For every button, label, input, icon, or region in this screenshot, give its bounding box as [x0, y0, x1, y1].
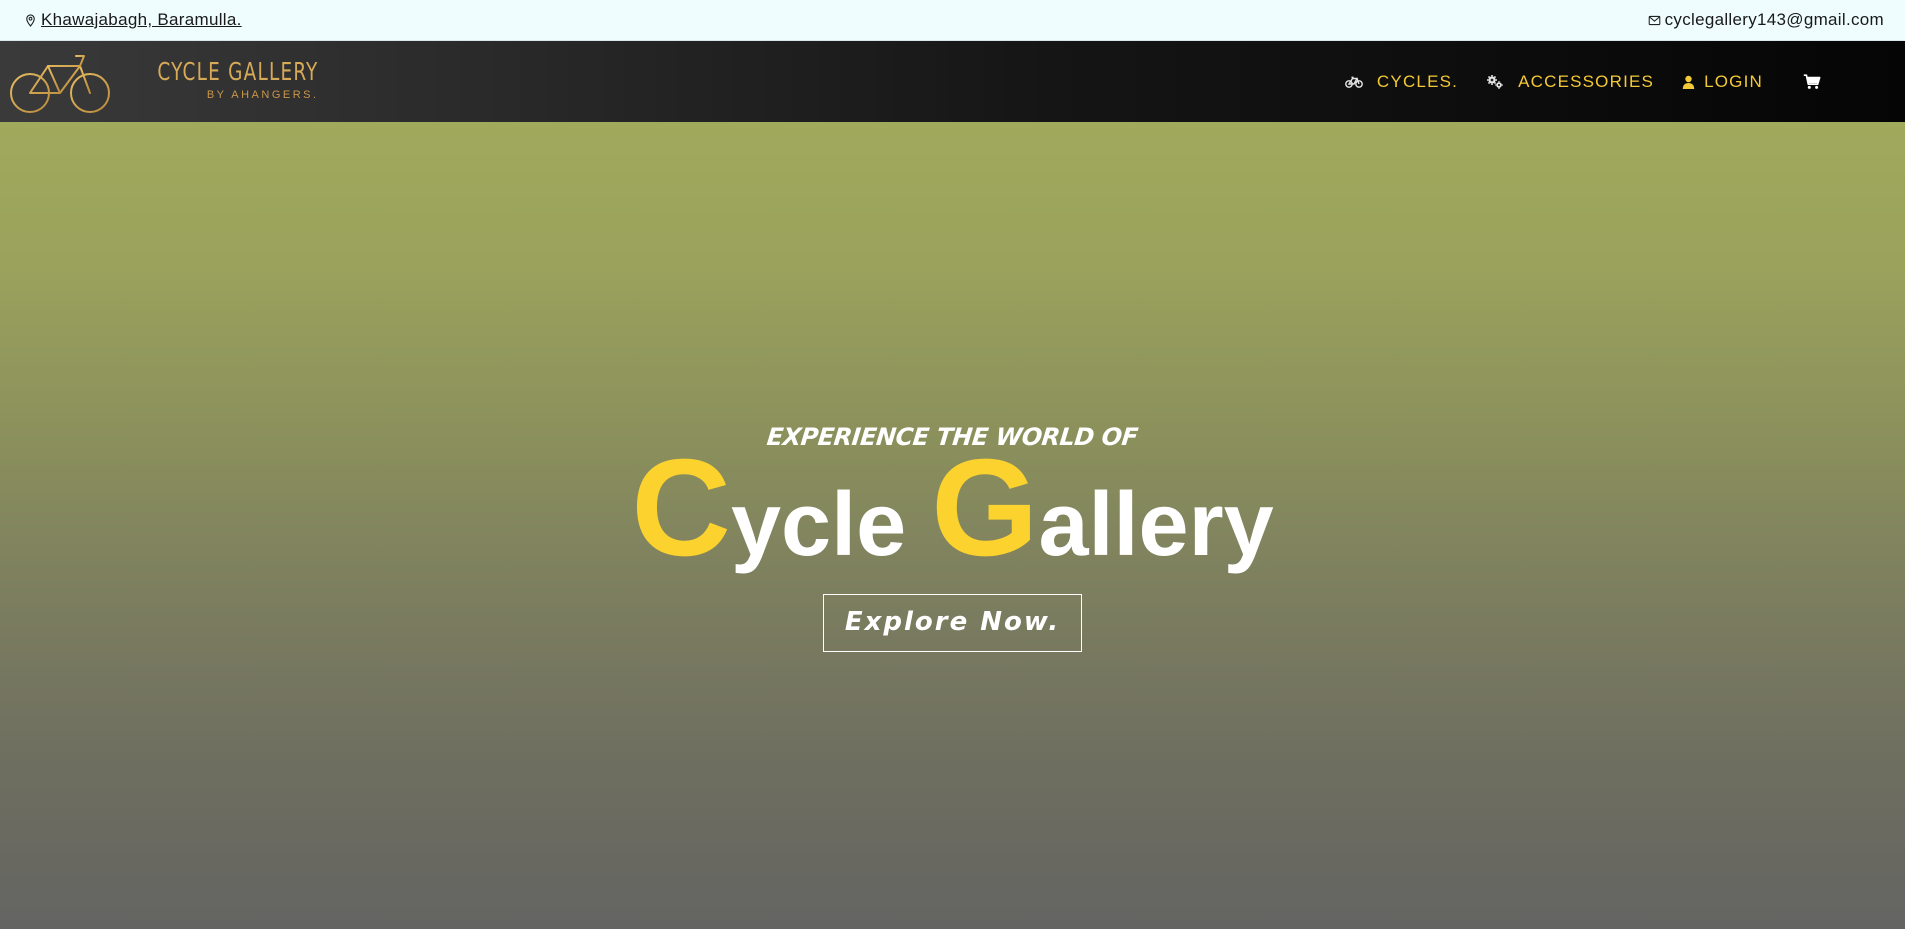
- cart-icon: [1803, 73, 1821, 89]
- nav-item-cycles[interactable]: CYCLES.: [1345, 41, 1458, 122]
- nav-label-cycles: CYCLES.: [1376, 71, 1459, 91]
- bicycle-icon: [1345, 76, 1363, 88]
- bicycle-logo-icon: [10, 54, 110, 113]
- hero-tagline: EXPERIENCE THE WORLD OF: [765, 423, 1140, 451]
- page: Khawajabagh, Baramulla. cyclegallery143@…: [0, 0, 1905, 929]
- hero-content: EXPERIENCE THE WORLD OF Cycle Gallery Ex…: [0, 422, 1905, 652]
- hero-title: Cycle Gallery: [0, 439, 1905, 578]
- hero-title-rest-gallery: allery: [1038, 475, 1274, 575]
- gears-icon: [1487, 74, 1503, 89]
- nav-label-accessories: ACCESSORIES: [1518, 71, 1655, 91]
- email-text: cyclegallery143@gmail.com: [1664, 10, 1884, 29]
- address-link[interactable]: Khawajabagh, Baramulla.: [41, 10, 242, 30]
- envelope-icon: [1648, 15, 1660, 25]
- address-info: Khawajabagh, Baramulla.: [24, 10, 242, 30]
- hero-title-cap-g: G: [931, 431, 1039, 585]
- nav-item-accessories[interactable]: ACCESSORIES: [1486, 41, 1654, 122]
- user-icon: [1682, 75, 1695, 89]
- hero-title-cap-c: C: [631, 431, 731, 585]
- explore-now-button[interactable]: Explore Now.: [823, 594, 1082, 652]
- email-info: cyclegallery143@gmail.com: [1648, 10, 1884, 30]
- hero-section: EXPERIENCE THE WORLD OF Cycle Gallery Ex…: [0, 122, 1905, 929]
- brand-logo-link[interactable]: CYCLE GALLERY BY AHANGERS.: [0, 41, 319, 122]
- location-pin-icon: [26, 13, 35, 27]
- hero-title-rest-cycle: ycle: [730, 475, 932, 575]
- brand-name: CYCLE GALLERY: [157, 56, 319, 86]
- main-navbar: CYCLE GALLERY BY AHANGERS. CYCLES. ACCES…: [0, 41, 1905, 122]
- top-info-bar: Khawajabagh, Baramulla. cyclegallery143@…: [0, 0, 1905, 41]
- nav-label-login: LOGIN: [1704, 71, 1763, 91]
- brand-subtitle: BY AHANGERS.: [206, 88, 319, 101]
- nav-menu: CYCLES. ACCESSORIES LOGIN: [1317, 41, 1905, 122]
- nav-item-login[interactable]: LOGIN: [1682, 41, 1763, 122]
- brand-text: CYCLE GALLERY BY AHANGERS.: [122, 56, 319, 102]
- cart-button[interactable]: [1803, 73, 1821, 90]
